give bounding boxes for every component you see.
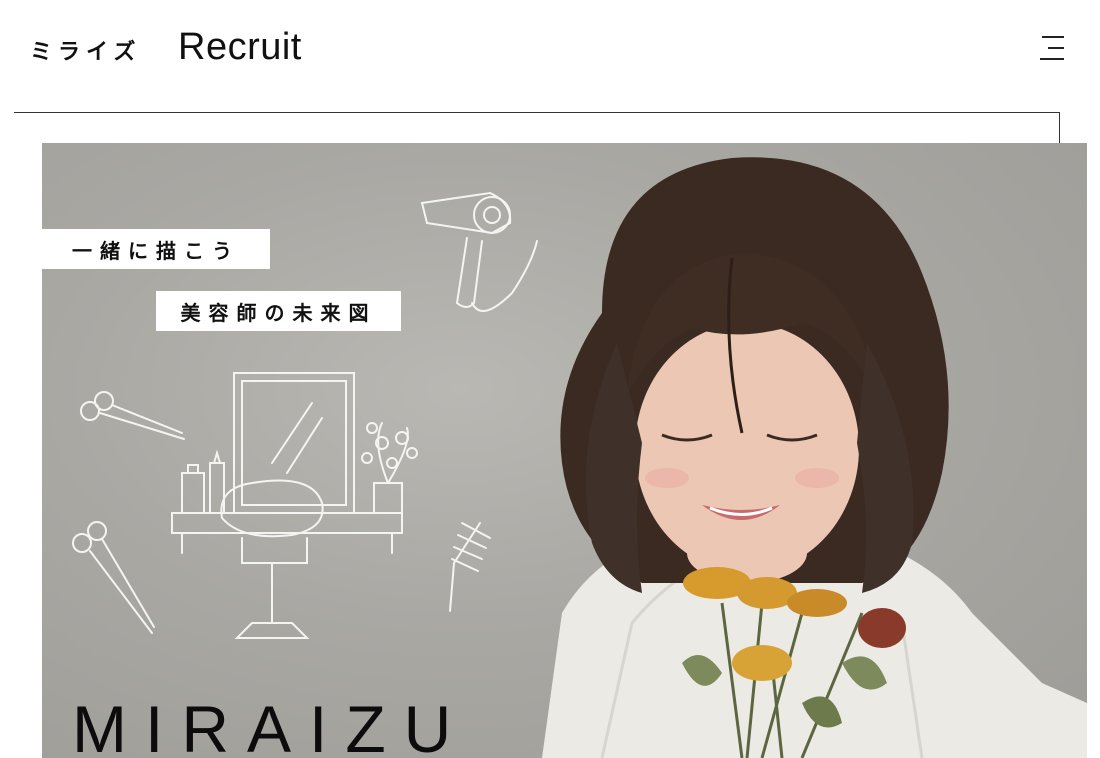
menu-line (1048, 47, 1064, 49)
hamburger-menu-icon[interactable] (1032, 34, 1064, 64)
menu-line (1042, 36, 1064, 38)
logo-recruit[interactable]: Recruit (178, 26, 302, 69)
tagline-2: 美容師の未来図 (156, 291, 401, 331)
logo-japanese[interactable]: ミライズ (30, 34, 141, 66)
frame-line-top (14, 112, 1060, 113)
site-header: ミライズ Recruit (0, 0, 1100, 100)
woman-with-flowers-photo (542, 157, 1087, 758)
tagline-1: 一緒に描こう (42, 229, 270, 269)
hero-banner: 一緒に描こう 美容師の未来図 MIRAIZU (42, 143, 1087, 758)
brand-title: MIRAIZU (72, 692, 470, 758)
menu-line (1040, 58, 1064, 60)
